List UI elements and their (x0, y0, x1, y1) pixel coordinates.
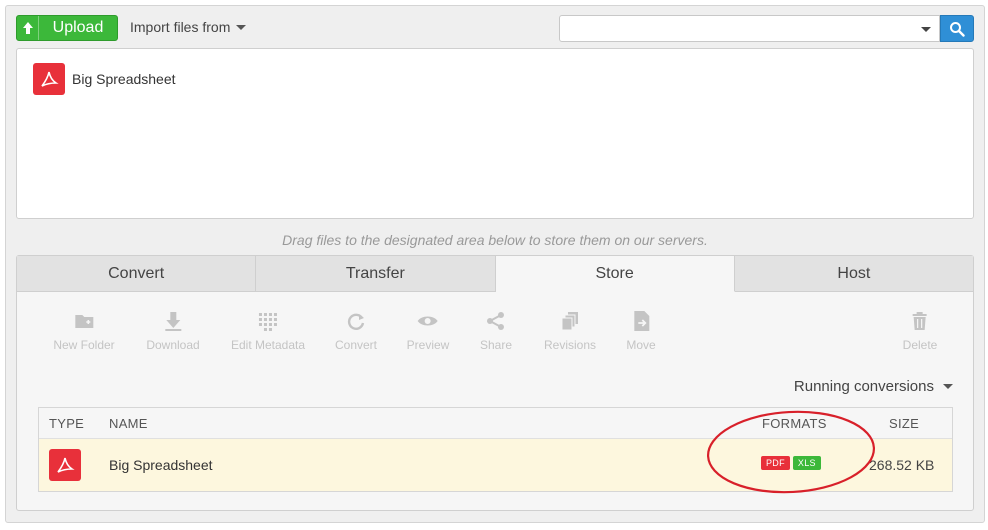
dropped-file-name: Big Spreadsheet (72, 71, 176, 87)
column-header-formats[interactable]: FORMATS (762, 416, 827, 431)
dropped-file[interactable]: Big Spreadsheet (33, 63, 176, 95)
table-header: TYPE NAME FORMATS SIZE (39, 408, 952, 439)
eye-icon (418, 316, 438, 326)
download-label: Download (146, 338, 200, 352)
convert-button[interactable]: Convert (335, 310, 377, 352)
move-label: Move (626, 338, 656, 352)
upload-button[interactable]: Upload (16, 15, 118, 41)
share-button[interactable]: Share (480, 310, 512, 352)
tab-convert[interactable]: Convert (17, 256, 257, 292)
new-folder-icon (74, 315, 93, 328)
delete-button[interactable]: Delete (902, 310, 938, 352)
tab-transfer[interactable]: Transfer (256, 256, 496, 292)
download-button[interactable]: Download (146, 310, 200, 352)
import-files-dropdown[interactable]: Import files from (130, 19, 247, 35)
file-size: 268.52 KB (869, 457, 935, 473)
convert-icon (347, 313, 365, 330)
column-header-size[interactable]: SIZE (889, 416, 919, 431)
delete-label: Delete (902, 338, 938, 352)
upload-button-label: Upload (52, 19, 104, 36)
format-badge-xls[interactable]: XLS (792, 456, 821, 470)
search-select[interactable] (559, 15, 940, 42)
tab-host[interactable]: Host (734, 256, 973, 292)
revisions-label: Revisions (543, 338, 597, 352)
revisions-icon (561, 312, 578, 331)
search-button[interactable] (940, 15, 974, 42)
pdf-icon (49, 449, 81, 481)
file-drop-area[interactable]: Big Spreadsheet (16, 48, 974, 219)
chevron-down-icon (921, 27, 931, 32)
chevron-down-icon (236, 24, 247, 30)
new-folder-button[interactable]: New Folder (53, 310, 115, 352)
drag-hint: Drag files to the designated area below … (282, 232, 708, 248)
revisions-button[interactable]: Revisions (544, 310, 596, 352)
upload-arrow-icon (17, 16, 39, 40)
tab-bar: Convert Transfer Store Host (17, 256, 973, 292)
column-header-type[interactable]: TYPE (49, 416, 84, 431)
column-header-name[interactable]: NAME (109, 416, 148, 431)
files-table: TYPE NAME FORMATS SIZE Big Spreadsheet P… (38, 407, 953, 492)
format-badges: PDF XLS (761, 456, 821, 470)
download-icon (165, 312, 181, 331)
move-button[interactable]: Move (626, 310, 656, 352)
edit-metadata-icon (258, 313, 277, 331)
chevron-down-icon (943, 384, 953, 389)
action-toolbar: New Folder Download Edit Metadata Conver… (17, 310, 973, 360)
preview-button[interactable]: Preview (406, 310, 450, 352)
edit-metadata-button[interactable]: Edit Metadata (231, 310, 305, 352)
trash-icon (913, 312, 927, 330)
running-conversions-dropdown[interactable]: Running conversions (794, 378, 953, 395)
share-label: Share (479, 338, 513, 352)
preview-label: Preview (406, 338, 450, 352)
edit-metadata-label: Edit Metadata (230, 338, 306, 352)
file-name: Big Spreadsheet (109, 457, 213, 473)
convert-label: Convert (334, 338, 378, 352)
search-icon (950, 21, 965, 37)
pdf-icon (33, 63, 65, 95)
table-row[interactable]: Big Spreadsheet PDF XLS 268.52 KB (39, 439, 952, 491)
import-files-label: Import files from (130, 19, 231, 35)
action-panel: Convert Transfer Store Host New Folder D… (16, 255, 974, 511)
move-icon (634, 311, 649, 331)
running-conversions-label: Running conversions (793, 378, 934, 395)
format-badge-pdf[interactable]: PDF (761, 456, 790, 470)
share-icon (487, 312, 504, 330)
new-folder-label: New Folder (53, 338, 115, 352)
tab-store[interactable]: Store (495, 256, 735, 292)
